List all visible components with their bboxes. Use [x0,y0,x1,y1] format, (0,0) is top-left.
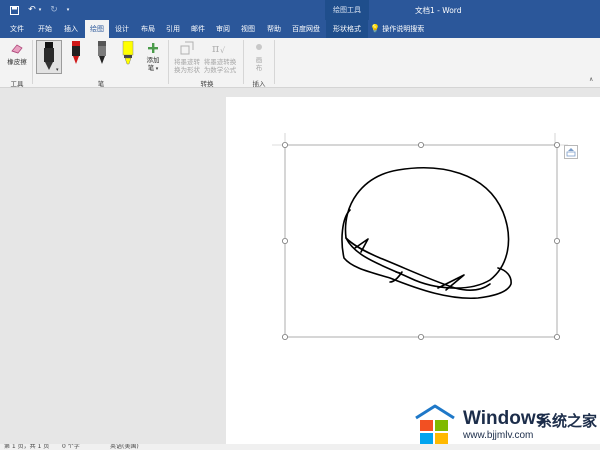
status-bar: 第 1 页，共 1 页 0 个字 英语(美国) [0,444,600,450]
tab-file[interactable]: 文件 [4,20,30,38]
tab-baidu-netdisk[interactable]: 百度网盘 [288,20,324,38]
ink-to-math-button: 将墨迹转换 为数学公式 [202,58,238,74]
document-page[interactable] [226,97,600,447]
page-count[interactable]: 第 1 页，共 1 页 [4,444,49,450]
eraser-icon[interactable] [10,42,24,56]
lightbulb-icon: 💡 [370,24,380,33]
watermark-url: www.bjjmlv.com [463,430,534,441]
add-pen-plus-icon[interactable] [147,42,159,56]
redo-icon[interactable]: ↻ [48,4,60,16]
ink-to-math-line1: 将墨迹转换 [203,58,237,66]
customize-toolbar-icon[interactable]: ▾ [62,4,74,16]
tab-mailings[interactable]: 邮件 [186,20,210,38]
language-status[interactable]: 英语(美国) [110,444,139,450]
canvas-line1: 画 [255,56,263,64]
word-count[interactable]: 0 个字 [62,444,80,450]
title-bar: ↶ ▾ ↻ ▾ 绘图工具 文档1 - Word [0,0,600,38]
svg-text:▾: ▾ [56,67,59,73]
tab-references[interactable]: 引用 [161,20,185,38]
tab-insert[interactable]: 插入 [58,20,84,38]
save-icon[interactable] [8,4,20,16]
tab-draw[interactable]: 绘图 [85,20,109,38]
highlighter-icon[interactable] [121,40,135,69]
drawing-canvas-button: 画 布 [248,56,270,72]
windows-logo-icon [415,404,455,444]
insert-group-label: 插入 [252,80,266,88]
tab-help[interactable]: 帮助 [262,20,286,38]
canvas-line2: 布 [255,64,263,72]
context-group-label: 绘图工具 [333,6,361,14]
group-divider [274,40,275,84]
add-pen-button[interactable]: 添加 笔 ▾ [142,56,164,73]
svg-text:π: π [212,42,219,55]
collapse-ribbon-icon[interactable]: ∧ [589,76,593,83]
ink-to-math-icon: π √ [212,41,228,57]
add-pen-label-line1: 添加 [146,56,160,64]
document-title: 文档1 - Word [415,6,462,15]
tab-review[interactable]: 审阅 [211,20,235,38]
tab-layout[interactable]: 布局 [136,20,160,38]
pens-group-label: 笔 [97,80,105,88]
pencil-pen-icon[interactable] [96,41,108,69]
tab-home[interactable]: 开始 [32,20,58,38]
red-pen-icon[interactable] [70,41,82,69]
watermark-title: Windows [463,408,547,429]
document-area [0,88,600,447]
tab-view[interactable]: 视图 [236,20,260,38]
tab-shape-format[interactable]: 形状格式 [326,20,368,38]
tab-design[interactable]: 设计 [110,20,134,38]
watermark-title-cn: 系统之家 [537,412,598,430]
ribbon-draw: 橡皮擦 工具 ▾ 添加 笔 ▾ 笔 将墨迹转 换为形状 π √ 将墨迹转换 为数… [0,38,600,88]
ink-to-shape-icon [180,41,194,57]
group-divider [32,40,33,84]
tools-group-label: 工具 [10,80,24,88]
ink-to-shape-line1: 将墨迹转 [174,58,200,66]
ink-to-math-line2: 为数学公式 [203,66,237,74]
ink-to-shape-button: 将墨迹转 换为形状 [172,58,202,74]
ink-to-shape-line2: 换为形状 [174,66,200,74]
eraser-label[interactable]: 橡皮擦 [3,58,31,66]
convert-group-label: 转换 [200,80,214,88]
black-pen-icon: ▾ [44,42,59,73]
layout-options-icon [566,148,576,157]
undo-dropdown-icon[interactable]: ▾ [37,4,43,16]
tell-me-label: 操作说明搜索 [382,25,425,33]
layout-options-button[interactable] [564,145,578,159]
ribbon-tabs: 文件 开始 插入 绘图 设计 布局 引用 邮件 审阅 视图 帮助 百度网盘 形状… [0,20,600,38]
group-divider [168,40,169,84]
pen-black-selected[interactable]: ▾ [36,40,62,74]
canvas-icon [254,42,264,54]
tell-me-search[interactable]: 💡 操作说明搜索 [370,20,424,38]
group-divider [243,40,244,84]
svg-text:√: √ [220,46,226,55]
